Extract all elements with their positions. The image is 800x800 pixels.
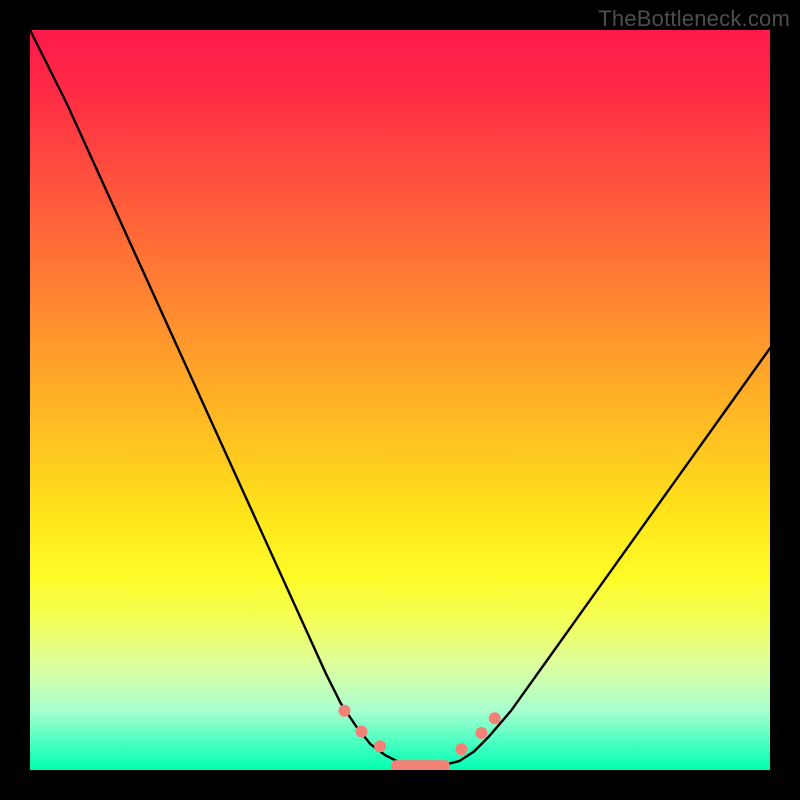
curve-marker-dot <box>455 743 467 755</box>
bottleneck-curve <box>30 30 770 770</box>
plot-area <box>30 30 770 770</box>
curve-marker-dot <box>475 727 487 739</box>
watermark-text: TheBottleneck.com <box>598 6 790 32</box>
curve-marker-dot <box>489 712 501 724</box>
curve-marker-dot <box>339 705 351 717</box>
curve-marker-dot <box>356 726 368 738</box>
curve-marker-dot <box>374 740 386 752</box>
chart-frame: TheBottleneck.com <box>0 0 800 800</box>
curve-line <box>30 30 770 766</box>
